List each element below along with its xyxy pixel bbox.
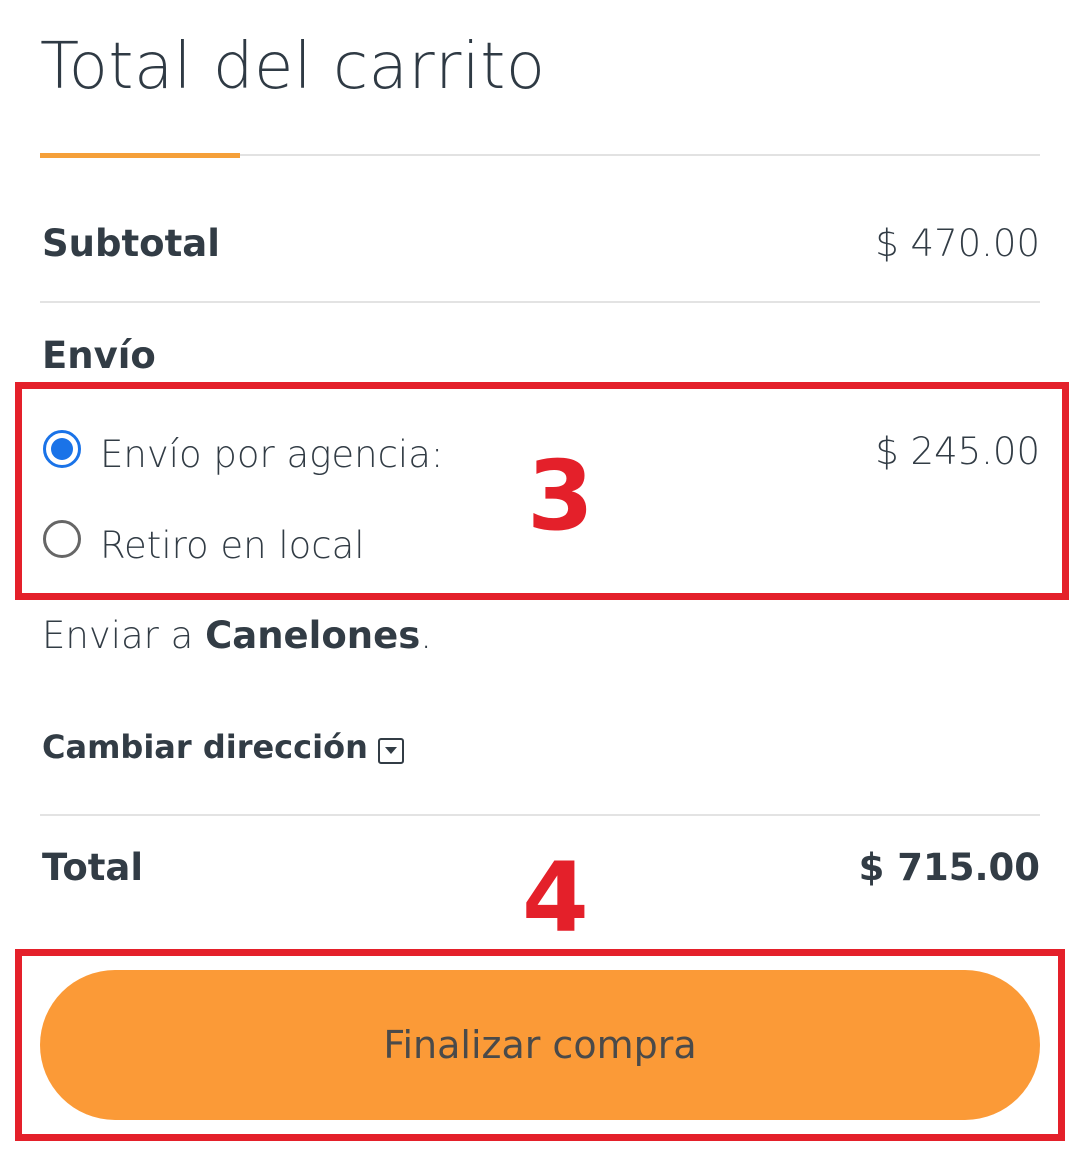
ship-to-city: Canelones <box>205 614 421 657</box>
ship-to-suffix: . <box>420 614 432 657</box>
annotation-number-3: 3 <box>527 440 594 552</box>
title-accent-underline <box>40 153 240 158</box>
subtotal-divider <box>40 301 1040 303</box>
subtotal-value: $ 470.00 <box>875 222 1040 265</box>
ship-to-prefix: Enviar a <box>42 614 206 657</box>
change-address-link[interactable]: Cambiar dirección <box>42 728 404 766</box>
caret-down-box-icon[interactable] <box>377 738 404 764</box>
subtotal-label: Subtotal <box>42 222 220 265</box>
total-divider <box>40 814 1040 816</box>
cart-totals-title: Total del carrito <box>40 30 546 104</box>
change-address-label[interactable]: Cambiar dirección <box>42 728 368 766</box>
annotation-number-4: 4 <box>522 842 589 954</box>
annotation-box-step-4 <box>15 949 1065 1141</box>
total-value: $ 715.00 <box>858 846 1040 889</box>
total-label: Total <box>42 846 144 889</box>
ship-to-text: Enviar a Canelones. <box>42 614 432 657</box>
shipping-label: Envío <box>42 334 156 377</box>
